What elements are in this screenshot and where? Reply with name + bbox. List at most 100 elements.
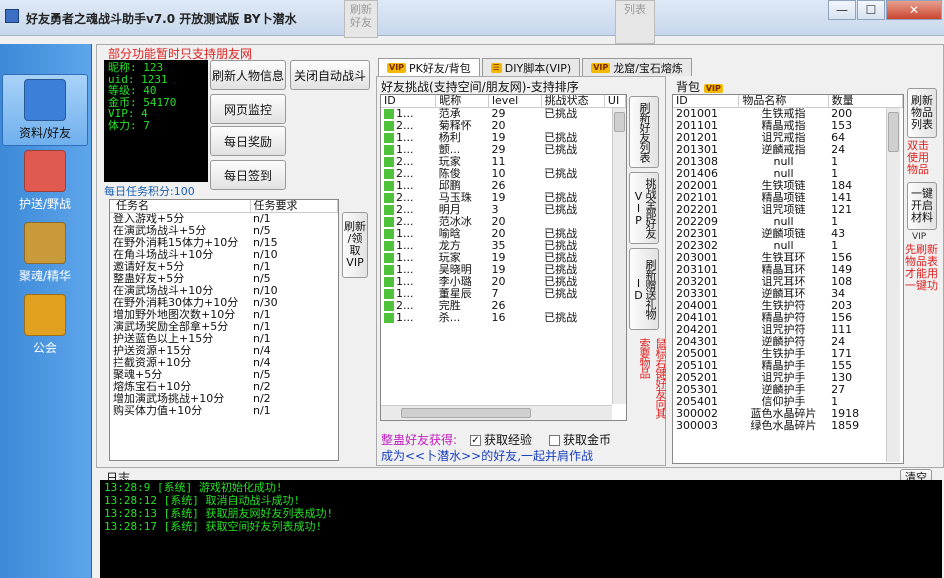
bag-row[interactable]: 202201 诅咒项链 121	[673, 204, 903, 216]
exp-checkbox[interactable]: ✓	[470, 435, 481, 446]
daily-reward-button[interactable]: 每日奖励	[210, 126, 286, 156]
bag-row[interactable]: 201406 null 1	[673, 168, 903, 180]
bag-row[interactable]: 300003 绿色水晶碎片 1859	[673, 420, 903, 432]
bag-list[interactable]: ID 物品名称 数量 201001 生铁戒指 200 201101 精晶戒指 153 20120…	[672, 94, 904, 464]
bag-row[interactable]: 201101 精晶戒指 153	[673, 120, 903, 132]
task-row[interactable]: 登入游戏+5分 n/1	[110, 213, 338, 226]
bag-header[interactable]: 物品名称	[738, 95, 829, 108]
friend-row[interactable]: 1... 杀... 16 已挑战	[381, 312, 626, 324]
bag-row[interactable]: 203001 生铁耳环 156	[673, 252, 903, 264]
task-row[interactable]: 整蛊好友+5分 n/5	[110, 273, 338, 285]
tab-1[interactable]: VIP PK好友/背包	[378, 58, 480, 76]
close-button[interactable]: ✕	[886, 0, 942, 20]
task-row[interactable]: 在演武场战斗+10分 n/10	[110, 285, 338, 297]
friend-row[interactable]: 1... 玩家 19 已挑战	[381, 252, 626, 264]
bag-scrollbar[interactable]	[886, 108, 900, 462]
bag-row[interactable]: 201001 生铁戒指 200	[673, 108, 903, 121]
friend-row[interactable]: 1... 吴晓明 19 已挑战	[381, 264, 626, 276]
bag-row[interactable]: 203301 逆麟耳环 34	[673, 288, 903, 300]
task-row[interactable]: 护送蓝色以上+15分 n/1	[110, 333, 338, 345]
task-req-header[interactable]: 任务要求	[250, 200, 338, 213]
task-row[interactable]: 在野外消耗15体力+10分 n/15	[110, 237, 338, 249]
refresh-claim-vip-button[interactable]: 刷新 /领 取 VIP	[342, 212, 368, 278]
bag-header[interactable]: 数量	[828, 95, 903, 108]
background-window-button[interactable]: 列表	[615, 0, 655, 44]
friend-row[interactable]: 2... 马玉珠 19 已挑战	[381, 192, 626, 204]
maximize-button[interactable]: ☐	[857, 0, 885, 20]
task-row[interactable]: 在演武场战斗+5分 n/5	[110, 225, 338, 237]
refresh-info-button[interactable]: 刷新人物信息	[210, 60, 286, 90]
task-row[interactable]: 在角斗场战斗+10分 n/10	[110, 249, 338, 261]
friends-header[interactable]: level	[488, 95, 542, 108]
refresh-gift-button[interactable]: 刷新赠送礼物ID	[629, 248, 659, 330]
friend-row[interactable]: 2... 玩家 11	[381, 156, 626, 168]
tab-3[interactable]: VIP 龙窟/宝石熔炼	[582, 58, 692, 76]
friend-row[interactable]: 2... 完胜 26	[381, 300, 626, 312]
bag-row[interactable]: 202302 null 1	[673, 240, 903, 252]
task-row[interactable]: 演武场奖励全部拿+5分 n/1	[110, 321, 338, 333]
bag-row[interactable]: 205201 诅咒护手 130	[673, 372, 903, 384]
friends-header[interactable]: UI	[604, 95, 626, 108]
daily-signin-button[interactable]: 每日签到	[210, 160, 286, 190]
task-row[interactable]: 聚魂+5分 n/5	[110, 369, 338, 381]
friends-hscrollbar[interactable]	[381, 405, 612, 420]
friends-header[interactable]: 挑战状态	[541, 95, 605, 108]
friend-row[interactable]: 1... 邱鹏 26	[381, 180, 626, 192]
bag-row[interactable]: 204201 诅咒护符 111	[673, 324, 903, 336]
friend-row[interactable]: 2... 陈俊 10 已挑战	[381, 168, 626, 180]
bag-row[interactable]: 203201 诅咒耳环 108	[673, 276, 903, 288]
bag-header[interactable]: ID	[673, 95, 740, 108]
bag-row[interactable]: 204301 逆麟护符 24	[673, 336, 903, 348]
bag-row[interactable]: 205401 信仰护手 1	[673, 396, 903, 408]
task-list[interactable]: 任务名 任务要求 登入游戏+5分 n/1 在演武场战斗+5分 n/5 在野外消耗15体力+…	[109, 199, 339, 461]
friends-header[interactable]: 昵称	[435, 95, 489, 108]
bag-row[interactable]: 201308 null 1	[673, 156, 903, 168]
bag-row[interactable]: 205101 精晶护手 155	[673, 360, 903, 372]
friend-row[interactable]: 1... 龙方 35 已挑战	[381, 240, 626, 252]
bag-row[interactable]: 202301 逆麟项链 43	[673, 228, 903, 240]
friends-header[interactable]: ID	[381, 95, 437, 108]
sidebar-item-3[interactable]: 聚魂/精华	[2, 218, 88, 290]
bag-row[interactable]: 205301 逆麟护手 27	[673, 384, 903, 396]
friend-row[interactable]: 2... 明月 3 已挑战	[381, 204, 626, 216]
friends-list[interactable]: ID 昵称 level 挑战状态 UI 1... 范承 29 已挑战 2... 菊释怀 20 1...…	[380, 94, 627, 421]
tab-2[interactable]: ☰ DIY脚本(VIP)	[481, 58, 581, 76]
bag-row[interactable]: 300002 蓝色水晶碎片 1918	[673, 408, 903, 420]
option-exp[interactable]: ✓ 获取经验	[470, 431, 532, 448]
bag-row[interactable]: 201301 逆麟戒指 24	[673, 144, 903, 156]
open-materials-button[interactable]: 一键开启材料	[907, 182, 937, 230]
bag-row[interactable]: 202101 精晶项链 141	[673, 192, 903, 204]
sidebar-item-1[interactable]: 资料/好友	[2, 74, 88, 146]
close-auto-battle-button[interactable]: 关闭自动战斗	[290, 60, 370, 90]
friends-scrollbar[interactable]	[612, 108, 626, 404]
bag-row[interactable]: 205001 生铁护手 171	[673, 348, 903, 360]
task-row[interactable]: 在野外消耗30体力+10分 n/30	[110, 297, 338, 309]
friend-row[interactable]: 2... 范冰冰 20	[381, 216, 626, 228]
minimize-button[interactable]: —	[828, 0, 856, 20]
web-monitor-button[interactable]: 网页监控	[210, 94, 286, 124]
bag-row[interactable]: 201201 诅咒戒指 64	[673, 132, 903, 144]
friend-row[interactable]: 1... 颤... 29 已挑战	[381, 144, 626, 156]
friend-row[interactable]: 2... 菊释怀 20	[381, 120, 626, 132]
sidebar-item-4[interactable]: 公会	[2, 290, 88, 362]
friend-row[interactable]: 1... 范承 29 已挑战	[381, 108, 626, 121]
bag-row[interactable]: 204101 精晶护符 156	[673, 312, 903, 324]
refresh-items-button[interactable]: 刷新物品列表	[907, 88, 937, 138]
task-row[interactable]: 增加野外地图次数+10分 n/1	[110, 309, 338, 321]
task-name-header[interactable]: 任务名	[110, 200, 251, 213]
task-row[interactable]: 邀请好友+5分 n/1	[110, 261, 338, 273]
background-window-button[interactable]: 刷新 好友	[344, 0, 378, 38]
task-row[interactable]: 拦截资源+10分 n/4	[110, 357, 338, 369]
task-row[interactable]: 熔炼宝石+10分 n/2	[110, 381, 338, 393]
option-gold[interactable]: 获取金币	[549, 431, 611, 448]
sidebar-item-2[interactable]: 护送/野战	[2, 146, 88, 218]
friend-row[interactable]: 1... 杨利 19 已挑战	[381, 132, 626, 144]
gold-checkbox[interactable]	[549, 435, 560, 446]
task-row[interactable]: 护送资源+15分 n/4	[110, 345, 338, 357]
bag-row[interactable]: 202209 null 1	[673, 216, 903, 228]
bag-row[interactable]: 202001 生铁项链 184	[673, 180, 903, 192]
friend-row[interactable]: 1... 李小璐 20 已挑战	[381, 276, 626, 288]
friend-row[interactable]: 1... 喻晗 20 已挑战	[381, 228, 626, 240]
friend-row[interactable]: 1... 董星辰 7 已挑战	[381, 288, 626, 300]
challenge-all-button[interactable]: 挑战全部好友VIP	[629, 172, 659, 244]
